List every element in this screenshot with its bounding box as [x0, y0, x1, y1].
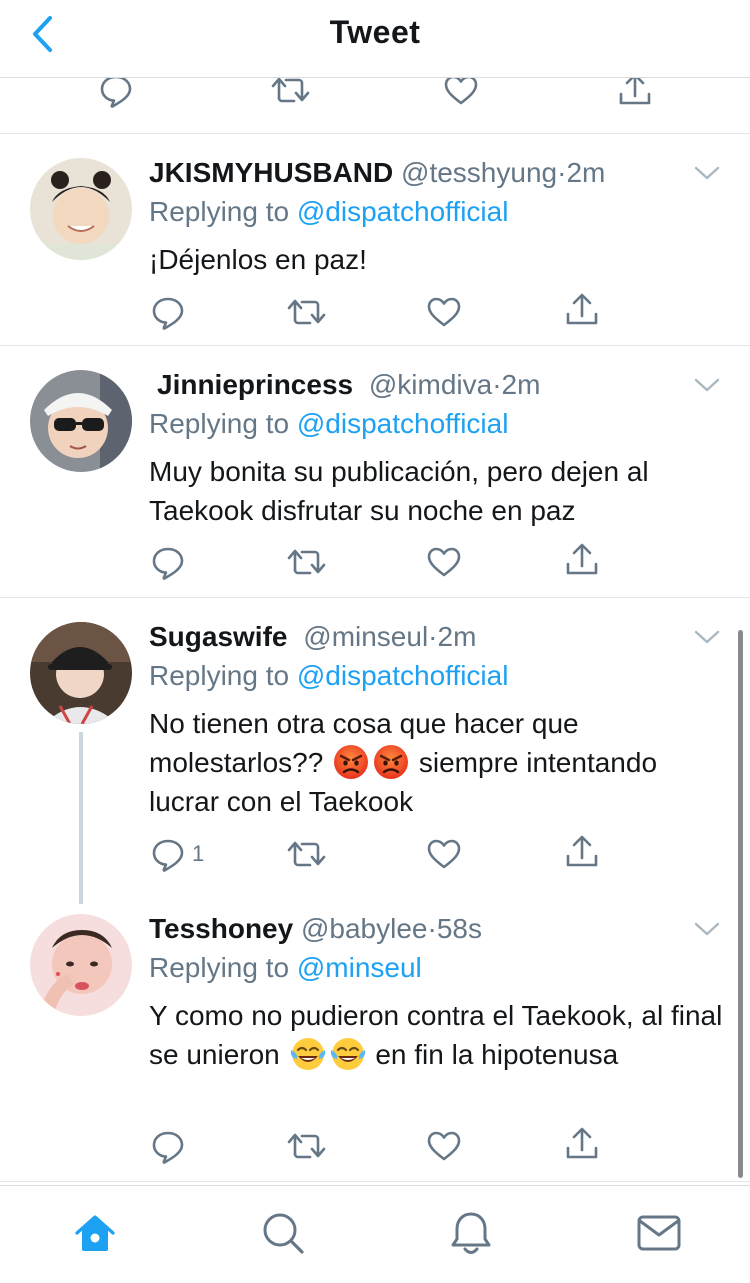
share-button[interactable]: [564, 292, 600, 328]
display-name[interactable]: Sugaswife: [149, 621, 287, 652]
retweet-icon: [268, 78, 312, 108]
separator-dot: ·: [428, 621, 438, 652]
tweet-text: No tienen otra cosa que hacer que molest…: [149, 704, 724, 821]
tweet-item[interactable]: JKISMYHUSBAND @tesshyung·2m Replying to …: [0, 134, 750, 346]
share-icon: [564, 292, 600, 328]
reply-icon: [150, 1128, 186, 1164]
chevron-down-icon[interactable]: [694, 921, 720, 937]
tears-of-joy-emoji-icon: [330, 1036, 366, 1072]
tweet-text-part: en fin la hipotenusa: [367, 1039, 619, 1070]
display-name[interactable]: JKISMYHUSBAND: [149, 157, 393, 188]
bottom-tab-bar: [0, 1185, 750, 1283]
display-name[interactable]: Tesshoney: [149, 913, 293, 944]
tweet-text: Y como no pudieron contra el Taekook, al…: [149, 996, 724, 1074]
chevron-down-icon[interactable]: [694, 377, 720, 393]
avatar[interactable]: [30, 914, 132, 1016]
bell-icon: [451, 1212, 491, 1254]
reply-icon: [150, 544, 186, 580]
avatar[interactable]: [30, 158, 132, 260]
replying-to-label: Replying to: [149, 952, 290, 983]
heart-icon: [426, 544, 462, 580]
retweet-button[interactable]: [286, 836, 326, 872]
scrollbar[interactable]: [738, 630, 743, 1178]
reply-button[interactable]: [150, 294, 186, 330]
like-button[interactable]: [426, 294, 462, 330]
envelope-icon: [637, 1215, 681, 1251]
heart-icon: [426, 294, 462, 330]
handle[interactable]: @minseul: [303, 621, 428, 652]
share-icon: [564, 1126, 600, 1162]
tweet-item[interactable]: Jinnieprincess @kimdiva·2m Replying to @…: [0, 346, 750, 598]
tweet-item[interactable]: Sugaswife @minseul·2m Replying to @dispa…: [0, 598, 750, 890]
share-icon: [564, 542, 600, 578]
like-button[interactable]: [443, 78, 479, 108]
mention-link[interactable]: @dispatchofficial: [297, 408, 509, 439]
replying-to-label: Replying to: [149, 660, 290, 691]
chevron-down-icon[interactable]: [694, 629, 720, 645]
retweet-icon: [286, 1128, 326, 1164]
home-icon: [75, 1215, 115, 1251]
retweet-icon: [286, 836, 326, 872]
replying-to-label: Replying to: [149, 196, 290, 227]
retweet-button[interactable]: [286, 294, 326, 330]
retweet-icon: [286, 544, 326, 580]
retweet-button[interactable]: [286, 544, 326, 580]
retweet-icon: [286, 294, 326, 330]
share-button[interactable]: [617, 78, 653, 108]
share-button[interactable]: [564, 834, 600, 870]
tweet-text: Muy bonita su publicación, pero dejen al…: [149, 456, 649, 526]
tab-notifications[interactable]: [446, 1208, 496, 1258]
retweet-button[interactable]: [268, 78, 312, 108]
mention-link[interactable]: @dispatchofficial: [297, 196, 509, 227]
share-button[interactable]: [564, 542, 600, 578]
heart-icon: [426, 836, 462, 872]
mention-link[interactable]: @minseul: [297, 952, 422, 983]
heart-icon: [443, 78, 479, 108]
chevron-down-icon[interactable]: [694, 165, 720, 181]
mention-link[interactable]: @dispatchofficial: [297, 660, 509, 691]
separator-dot: ·: [492, 369, 502, 400]
retweet-button[interactable]: [286, 1128, 326, 1164]
reply-icon: [150, 836, 186, 872]
avatar[interactable]: [30, 622, 132, 724]
tweet-item[interactable]: Tesshoney @babylee·58s Replying to @mins…: [0, 890, 750, 1182]
reply-icon: [98, 78, 134, 108]
tweet-text: ¡Déjenlos en paz!: [149, 244, 367, 275]
tab-messages[interactable]: [634, 1208, 684, 1258]
tab-search[interactable]: [258, 1208, 308, 1258]
reply-button[interactable]: [150, 544, 186, 580]
share-icon: [617, 78, 653, 108]
angry-face-emoji-icon: [333, 744, 369, 780]
like-button[interactable]: [426, 1128, 462, 1164]
display-name[interactable]: Jinnieprincess: [157, 369, 353, 400]
reply-count: 1: [192, 841, 205, 866]
avatar[interactable]: [30, 370, 132, 472]
like-button[interactable]: [426, 544, 462, 580]
timestamp: 2m: [501, 369, 541, 400]
timestamp: 2m: [437, 621, 477, 652]
reply-button[interactable]: [98, 78, 134, 108]
share-icon: [564, 834, 600, 870]
timestamp: 58s: [436, 913, 482, 944]
like-button[interactable]: [426, 836, 462, 872]
tears-of-joy-emoji-icon: [290, 1036, 326, 1072]
reply-icon: [150, 294, 186, 330]
reply-button[interactable]: [150, 1128, 186, 1164]
replying-to-label: Replying to: [149, 408, 290, 439]
page-title: Tweet: [329, 14, 421, 50]
handle[interactable]: @babylee: [301, 913, 428, 944]
reply-button[interactable]: 1: [150, 836, 204, 872]
angry-face-emoji-icon: [373, 744, 409, 780]
previous-tweet-actions: [0, 78, 750, 134]
share-button[interactable]: [564, 1126, 600, 1162]
search-icon: [263, 1213, 304, 1254]
top-navigation-bar: Tweet: [0, 0, 750, 78]
separator-dot: ·: [427, 913, 437, 944]
handle[interactable]: @kimdiva: [369, 369, 492, 400]
tab-home[interactable]: [70, 1208, 120, 1258]
handle[interactable]: @tesshyung: [401, 157, 557, 188]
heart-icon: [426, 1128, 462, 1164]
timestamp: 2m: [566, 157, 606, 188]
